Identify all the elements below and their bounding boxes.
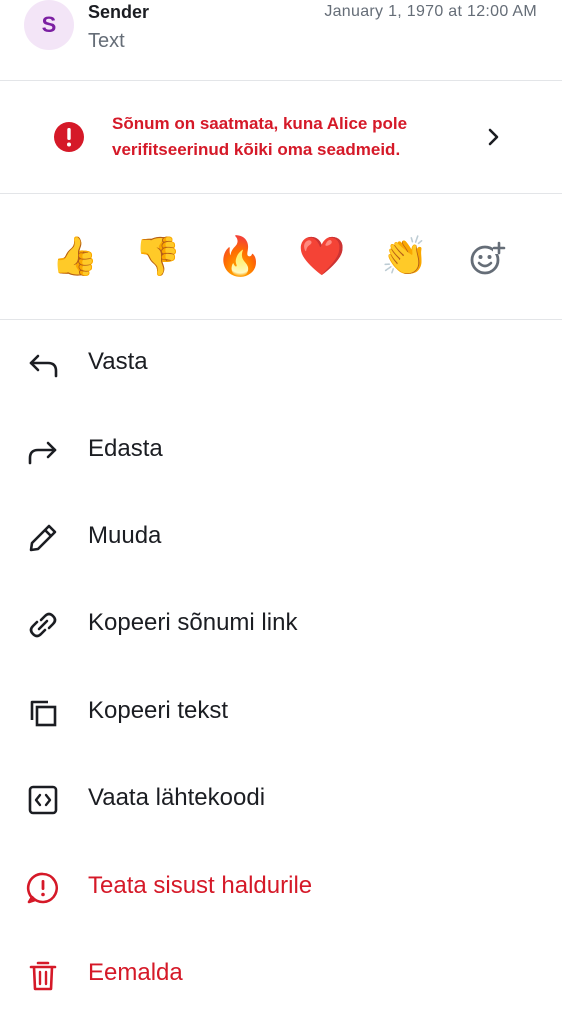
message-header: S Sender Text January 1, 1970 at 12:00 A… — [0, 0, 562, 81]
forward-icon — [28, 441, 57, 465]
menu-item-edit[interactable]: Muuda — [0, 494, 562, 581]
menu-item-label: Kopeeri tekst — [88, 697, 229, 724]
menu-item-label: Teata sisust haldurile — [88, 872, 313, 899]
trash-icon — [29, 961, 57, 991]
chevron-right-icon[interactable] — [481, 125, 505, 149]
reaction-heart[interactable]: ❤️ — [297, 232, 347, 282]
reaction-thumbs-down[interactable]: 👎 — [133, 232, 183, 282]
menu-item-report-content[interactable]: Teata sisust haldurile — [0, 844, 562, 931]
reaction-fire[interactable]: 🔥 — [215, 232, 265, 282]
menu-item-copy-link[interactable]: Kopeeri sõnumi link — [0, 581, 562, 668]
sender-name: Sender — [88, 2, 150, 22]
unsent-warning-banner[interactable]: Sõnum on saatmata, kuna Alice pole verif… — [0, 81, 562, 194]
add-reaction-icon[interactable] — [466, 238, 506, 278]
timestamp: January 1, 1970 at 12:00 AM — [324, 3, 537, 20]
reaction-thumbs-up[interactable]: 👍 — [50, 232, 100, 282]
code-icon — [28, 785, 58, 815]
menu-item-label: Muuda — [88, 522, 162, 549]
menu-item-label: Vaata lähtekoodi — [88, 784, 266, 811]
report-icon — [26, 872, 59, 904]
copy-icon — [30, 700, 57, 727]
reaction-clapping-hands[interactable]: 👏 — [380, 232, 430, 282]
pencil-icon — [29, 524, 57, 552]
menu-item-copy-text[interactable]: Kopeeri tekst — [0, 669, 562, 756]
menu-item-reply[interactable]: Vasta — [0, 320, 562, 407]
menu-item-forward[interactable]: Edasta — [0, 407, 562, 494]
menu-item-remove[interactable]: Eemalda — [0, 931, 562, 1018]
message-preview: Text — [88, 30, 125, 52]
reply-icon — [29, 354, 58, 378]
warning-text: Sõnum on saatmata, kuna Alice pole verif… — [112, 114, 408, 159]
menu-item-label: Vasta — [88, 348, 148, 375]
error-icon — [54, 122, 84, 152]
menu-item-label: Edasta — [88, 435, 163, 462]
menu-item-view-source[interactable]: Vaata lähtekoodi — [0, 756, 562, 843]
link-icon — [29, 612, 57, 638]
menu-item-label: Eemalda — [88, 959, 183, 986]
quick-reactions-row: 👍 👎 🔥 ❤️ 👏 — [0, 194, 562, 320]
avatar: S — [24, 0, 74, 50]
menu-item-label: Kopeeri sõnumi link — [88, 609, 298, 636]
